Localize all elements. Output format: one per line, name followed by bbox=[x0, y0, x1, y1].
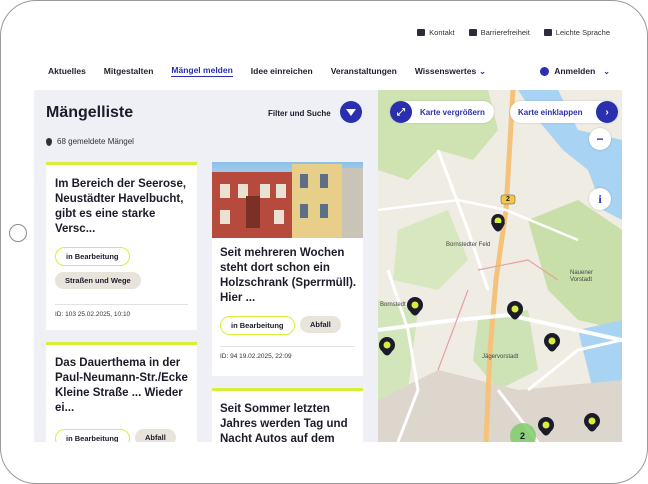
filter-button[interactable] bbox=[340, 101, 362, 123]
defect-count: 68 gemeldete Mängel bbox=[46, 137, 134, 146]
screen: Kontakt Barrierefreiheit Leichte Sprache… bbox=[34, 22, 622, 442]
defect-list-panel: Mängelliste Filter und Suche 68 gemeldet… bbox=[34, 90, 378, 442]
card-description: Seit Sommer letzten Jahres werden Tag un… bbox=[220, 403, 348, 442]
cluster-count: 2 bbox=[520, 431, 526, 441]
map-markers bbox=[379, 214, 600, 442]
map-marker[interactable] bbox=[544, 333, 560, 352]
defect-card[interactable]: Seit Sommer letzten Jahres werden Tag un… bbox=[212, 388, 363, 442]
nav-veranstaltungen[interactable]: Veranstaltungen bbox=[331, 66, 397, 76]
main-nav: Aktuelles Mitgestalten Mängel melden Ide… bbox=[34, 54, 622, 88]
utility-bar: Kontakt Barrierefreiheit Leichte Sprache bbox=[417, 28, 610, 37]
easy-language-link[interactable]: Leichte Sprache bbox=[543, 28, 610, 37]
card-description: Seit mehreren Wochen steht dort schon ei… bbox=[220, 247, 357, 304]
defect-photo bbox=[212, 162, 363, 238]
defect-card[interactable]: Im Bereich der Seerose, Neustädter Havel… bbox=[46, 162, 197, 330]
contact-link[interactable]: Kontakt bbox=[417, 28, 455, 37]
chevron-down-icon: ⌄ bbox=[603, 66, 610, 76]
map-marker[interactable] bbox=[538, 417, 554, 436]
status-badge: in Bearbeitung bbox=[220, 316, 295, 335]
zoom-out-button[interactable]: − bbox=[589, 128, 611, 150]
chevron-down-icon: ⌄ bbox=[479, 67, 486, 76]
collapse-map-button[interactable]: Karte einklappen › bbox=[510, 101, 618, 123]
location-pin-icon bbox=[46, 137, 52, 146]
nav-idee-einreichen[interactable]: Idee einreichen bbox=[251, 66, 313, 76]
defect-card[interactable]: Seit mehreren Wochen steht dort schon ei… bbox=[212, 162, 363, 376]
map-marker[interactable] bbox=[507, 301, 523, 320]
nav-maengel-melden[interactable]: Mängel melden bbox=[171, 65, 233, 77]
category-badge: Abfall bbox=[135, 429, 176, 442]
accessibility-icon bbox=[468, 29, 477, 36]
defect-card[interactable]: Das Dauerthema in der Paul-Neumann-Str./… bbox=[46, 342, 197, 442]
info-button[interactable]: i bbox=[589, 188, 611, 210]
nav-wissenswertes[interactable]: Wissenswertes ⌄ bbox=[415, 66, 486, 76]
filter-icon bbox=[346, 108, 356, 116]
map-marker[interactable] bbox=[379, 337, 395, 356]
map-marker[interactable] bbox=[491, 214, 505, 238]
chevron-right-icon: › bbox=[596, 101, 618, 123]
nav-aktuelles[interactable]: Aktuelles bbox=[48, 66, 86, 76]
map-marker[interactable] bbox=[407, 297, 423, 316]
card-description: Im Bereich der Seerose, Neustädter Havel… bbox=[55, 178, 187, 235]
page-title: Mängelliste bbox=[46, 104, 134, 121]
map-marker[interactable] bbox=[584, 413, 600, 432]
home-button[interactable] bbox=[9, 224, 27, 242]
easy-language-icon bbox=[543, 29, 552, 36]
card-meta: ID: 94 19.02.2025, 22:09 bbox=[220, 346, 355, 360]
status-badge: in Bearbeitung bbox=[55, 247, 130, 266]
expand-icon: ⤢ bbox=[390, 101, 412, 123]
accessibility-link[interactable]: Barrierefreiheit bbox=[468, 28, 530, 37]
category-badge: Straßen und Wege bbox=[55, 272, 141, 289]
map-view[interactable]: 2 Bornstedter Feld Nauener Vorstadt Jäge… bbox=[378, 90, 622, 442]
card-description: Das Dauerthema in der Paul-Neumann-Str./… bbox=[55, 357, 188, 414]
user-icon bbox=[540, 66, 550, 76]
login-button[interactable]: Anmelden ⌄ bbox=[540, 66, 610, 76]
card-meta: ID: 103 25.02.2025, 10:10 bbox=[55, 304, 188, 318]
filter-label[interactable]: Filter und Suche bbox=[268, 109, 331, 118]
mail-icon bbox=[417, 29, 426, 36]
status-badge: in Bearbeitung bbox=[55, 429, 130, 442]
enlarge-map-button[interactable]: ⤢ Karte vergrößern bbox=[390, 101, 494, 123]
category-badge: Abfall bbox=[300, 316, 341, 333]
nav-mitgestalten[interactable]: Mitgestalten bbox=[104, 66, 154, 76]
